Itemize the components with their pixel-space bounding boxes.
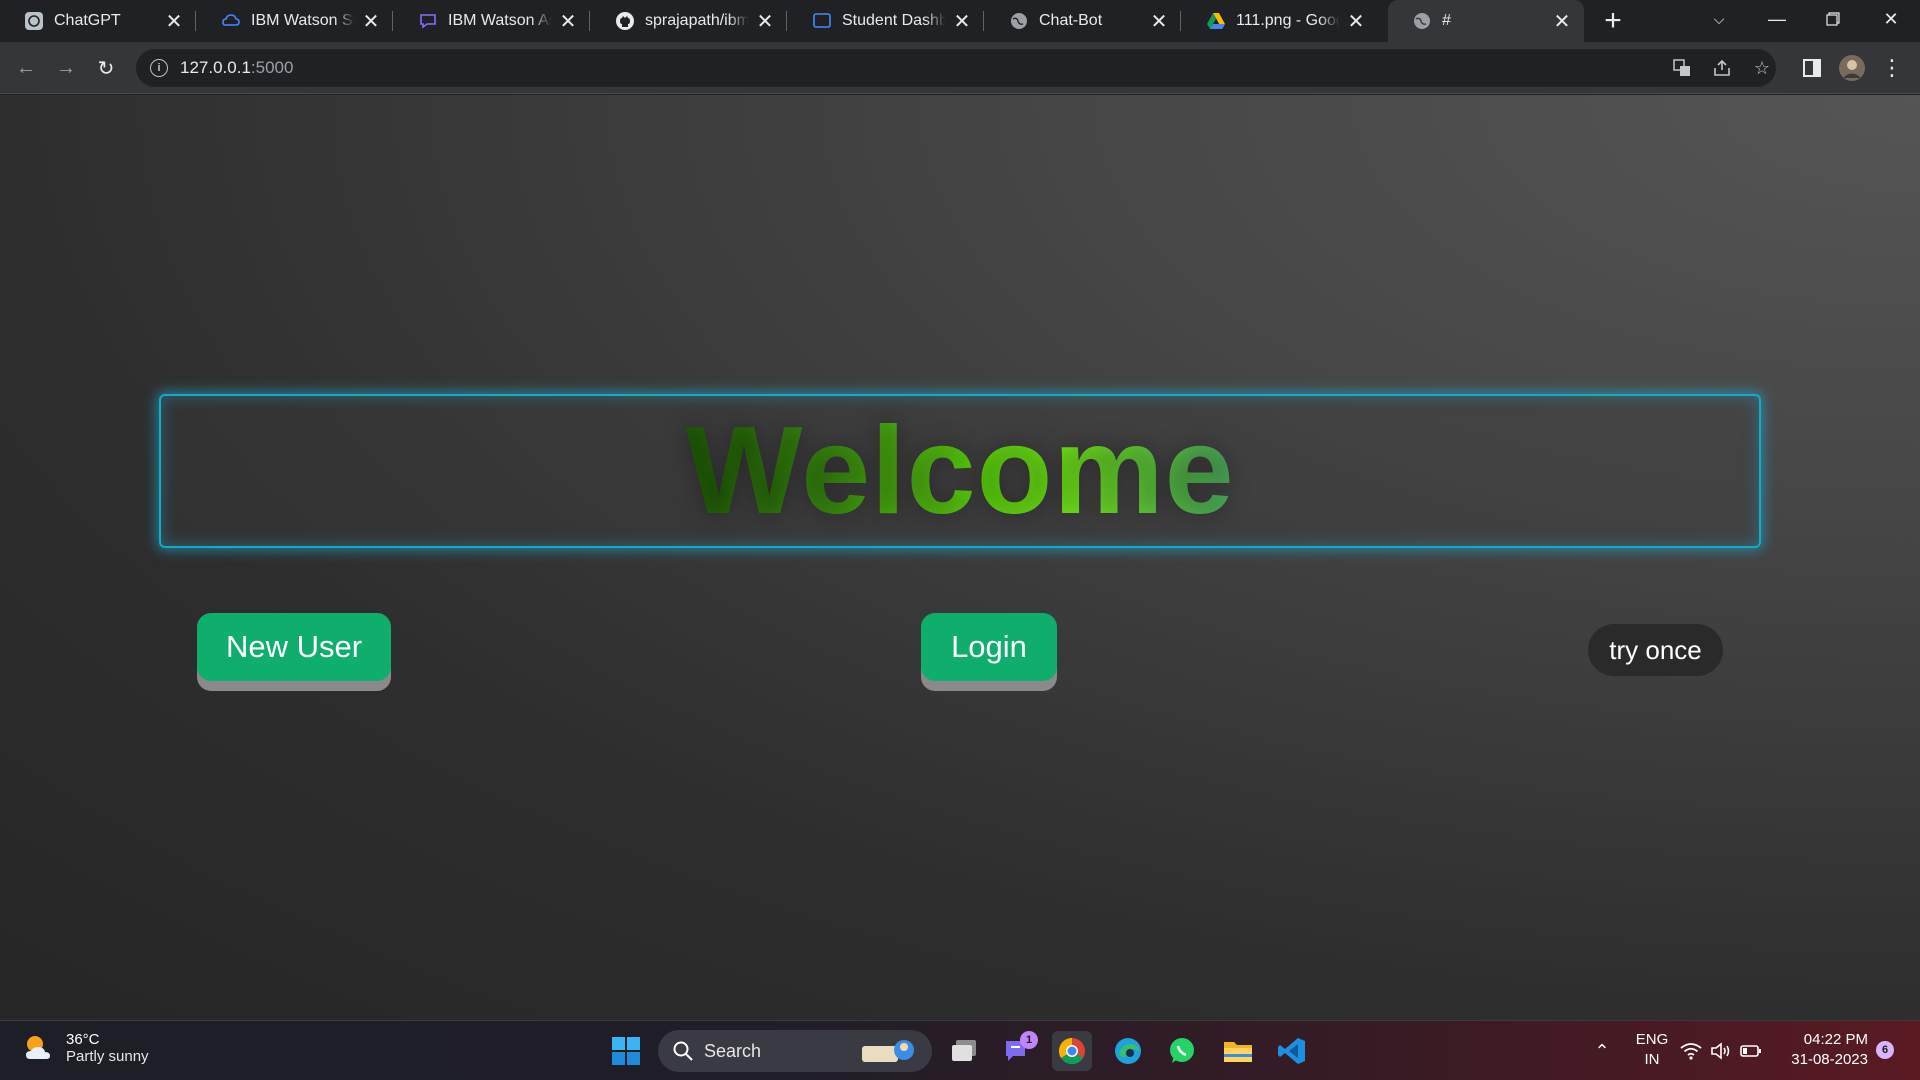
windows-start-icon[interactable] xyxy=(606,1031,646,1071)
weather-temperature: 36°C xyxy=(66,1031,100,1048)
chatgpt-icon xyxy=(24,11,44,31)
whatsapp-icon[interactable] xyxy=(1162,1031,1202,1071)
welcome-banner: Welcome xyxy=(159,394,1761,548)
tab-title: IBM Watson Servi xyxy=(251,12,355,29)
language-indicator[interactable]: ENG IN xyxy=(1632,1030,1672,1070)
tab-ibm-watson-assistant[interactable]: IBM Watson Assis ✕ xyxy=(394,0,590,42)
tab-github[interactable]: sprajapath/ibm-h ✕ xyxy=(591,0,787,42)
close-icon[interactable]: ✕ xyxy=(1149,11,1169,33)
profile-avatar[interactable] xyxy=(1836,52,1868,84)
minimize-icon[interactable]: — xyxy=(1752,0,1802,38)
github-icon xyxy=(615,11,635,31)
side-panel-icon[interactable] xyxy=(1796,52,1828,84)
show-hidden-icons[interactable]: ⌃ xyxy=(1582,1031,1622,1071)
tab-title: IBM Watson Assis xyxy=(448,12,552,29)
chrome-taskbar-icon[interactable] xyxy=(1052,1031,1092,1071)
system-clock[interactable]: 04:22 PM 31-08-2023 xyxy=(1784,1030,1868,1070)
taskbar-search[interactable]: Search xyxy=(658,1030,932,1072)
share-icon[interactable] xyxy=(1706,52,1738,84)
close-icon[interactable]: ✕ xyxy=(558,11,578,33)
forward-icon[interactable]: → xyxy=(50,52,82,84)
tab-search-icon[interactable]: ⌵ xyxy=(1694,0,1744,38)
globe-icon xyxy=(1412,11,1432,31)
language-code: ENG xyxy=(1635,1031,1669,1048)
edge-icon[interactable] xyxy=(1108,1031,1148,1071)
tab-active-page[interactable]: # ✕ xyxy=(1388,0,1584,42)
search-label: Search xyxy=(704,1040,762,1061)
tab-separator xyxy=(589,11,590,31)
address-bar[interactable]: i 127.0.0.1:5000 xyxy=(136,49,1776,87)
clock-time: 04:22 PM xyxy=(1803,1031,1868,1048)
new-tab-button[interactable]: + xyxy=(1596,4,1630,38)
login-button[interactable]: Login xyxy=(921,613,1057,681)
tab-title: Student Dashboa xyxy=(842,12,946,29)
site-info-icon[interactable]: i xyxy=(150,59,168,77)
address-host: 127.0.0.1 xyxy=(180,58,251,77)
tab-chatgpt[interactable]: ChatGPT ✕ xyxy=(0,0,196,42)
try-once-button[interactable]: try once xyxy=(1588,624,1723,676)
tab-strip: ChatGPT ✕ IBM Watson Servi ✕ IBM Watson … xyxy=(0,0,1920,42)
weather-description: Partly sunny xyxy=(66,1048,149,1065)
notification-count-badge[interactable]: 6 xyxy=(1876,1041,1894,1059)
tab-separator xyxy=(195,11,196,31)
tab-title: # xyxy=(1442,12,1451,29)
tab-chat-bot[interactable]: Chat-Bot ✕ xyxy=(985,0,1181,42)
menu-kebab-icon[interactable]: ⋮ xyxy=(1876,52,1908,84)
volume-icon[interactable] xyxy=(1706,1031,1736,1071)
vscode-icon[interactable] xyxy=(1272,1031,1312,1071)
browser-toolbar: ← → ↻ i 127.0.0.1:5000 ☆ ⋮ xyxy=(0,42,1920,94)
tab-title: Chat-Bot xyxy=(1039,12,1103,29)
tab-ibm-watson-services[interactable]: IBM Watson Servi ✕ xyxy=(197,0,393,42)
teams-notification-badge: 1 xyxy=(1020,1031,1038,1049)
back-icon[interactable]: ← xyxy=(10,52,42,84)
restore-icon[interactable] xyxy=(1808,0,1858,38)
tab-separator xyxy=(1180,11,1181,31)
file-explorer-icon[interactable] xyxy=(1218,1031,1258,1071)
close-icon[interactable]: ✕ xyxy=(164,11,184,33)
partly-sunny-icon xyxy=(26,1036,50,1059)
clock-date: 31-08-2023 xyxy=(1791,1051,1868,1068)
close-icon[interactable]: ✕ xyxy=(1346,11,1366,33)
globe-icon xyxy=(1009,11,1029,31)
welcome-title: Welcome xyxy=(685,402,1235,540)
task-view-icon[interactable] xyxy=(944,1031,984,1071)
tab-title: 111.png - Google xyxy=(1236,12,1340,29)
tab-separator xyxy=(786,11,787,31)
google-drive-icon xyxy=(1206,11,1226,31)
watson-assistant-icon xyxy=(418,11,438,31)
battery-icon[interactable] xyxy=(1736,1031,1766,1071)
ibm-cloud-icon xyxy=(221,11,241,31)
search-highlight-icon xyxy=(862,1040,914,1062)
page-content: Welcome New User Login try once xyxy=(0,95,1920,1020)
dashboard-icon xyxy=(812,11,832,31)
close-icon[interactable]: ✕ xyxy=(952,11,972,33)
address-port: :5000 xyxy=(250,58,294,77)
tab-separator xyxy=(392,11,393,31)
reload-icon[interactable]: ↻ xyxy=(90,52,122,84)
close-icon[interactable]: ✕ xyxy=(1552,11,1572,33)
close-window-icon[interactable]: ✕ xyxy=(1866,0,1916,38)
wifi-icon[interactable] xyxy=(1676,1031,1706,1071)
close-icon[interactable]: ✕ xyxy=(755,11,775,33)
weather-widget[interactable]: 36°C Partly sunny xyxy=(22,1031,149,1065)
bookmark-star-icon[interactable]: ☆ xyxy=(1746,52,1778,84)
tab-google-drive[interactable]: 111.png - Google ✕ xyxy=(1182,0,1378,42)
new-user-button[interactable]: New User xyxy=(197,613,391,681)
tab-student-dashboard[interactable]: Student Dashboa ✕ xyxy=(788,0,984,42)
search-icon xyxy=(673,1041,693,1061)
close-icon[interactable]: ✕ xyxy=(361,11,381,33)
tab-title: ChatGPT xyxy=(54,12,121,29)
tab-separator xyxy=(983,11,984,31)
tab-title: sprajapath/ibm-h xyxy=(645,12,749,29)
windows-taskbar: 36°C Partly sunny Search 1 ⌃ ENG IN 04:2… xyxy=(0,1020,1920,1080)
language-region: IN xyxy=(1644,1051,1660,1068)
translate-icon[interactable] xyxy=(1666,52,1698,84)
